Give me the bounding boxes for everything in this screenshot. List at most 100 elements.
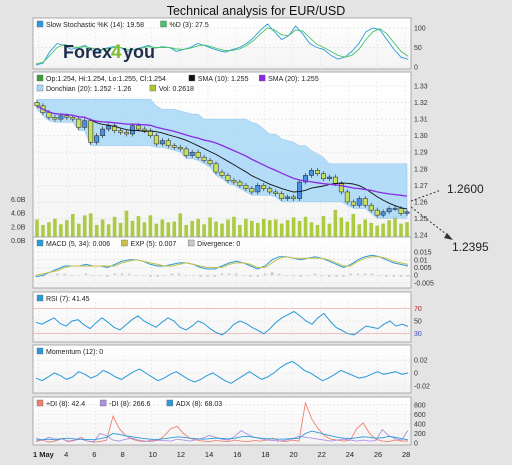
volume-bar — [178, 213, 183, 240]
momentum-ytick: 0.02 — [414, 358, 428, 365]
price-ytick: 1.24 — [414, 233, 428, 240]
candle — [374, 209, 380, 216]
macd-divergence-bar — [299, 275, 302, 277]
candle — [255, 185, 261, 193]
candle — [368, 204, 374, 211]
macd-divergence-bar — [163, 275, 166, 276]
candle — [291, 196, 297, 199]
macd-divergence-bar — [213, 275, 217, 277]
macd-ytick: -0.005 — [414, 280, 434, 287]
stochastic-legend-swatch — [160, 20, 167, 28]
x-axis-label: 20 — [289, 450, 297, 459]
macd-divergence-bar — [278, 273, 281, 276]
macd-divergence-bar — [127, 273, 131, 276]
candle — [344, 191, 350, 203]
candle — [249, 188, 255, 193]
macd-divergence-bar — [84, 273, 88, 276]
macd-divergence-bar — [349, 273, 352, 276]
stochastic-ytick: 0 — [414, 65, 418, 72]
candle — [267, 188, 273, 193]
projection-arrowhead — [444, 233, 453, 240]
macd-divergence-bar — [106, 275, 109, 277]
macd-divergence-bar — [406, 275, 410, 277]
macd-divergence-bar — [177, 273, 181, 276]
candle — [177, 147, 183, 150]
candle — [273, 191, 279, 194]
macd-legend-label: Divergence: 0 — [197, 241, 240, 248]
macd-divergence-bar — [263, 273, 267, 276]
macd-divergence-bar — [120, 273, 124, 276]
candle — [398, 208, 404, 214]
candle — [279, 193, 285, 199]
macd-divergence-bar — [156, 275, 159, 277]
volume-bar — [136, 216, 141, 240]
dmi-legend-label: ADX (8): 68.03 — [176, 401, 222, 408]
candle — [106, 125, 112, 130]
candle — [76, 118, 82, 128]
volume-tick: 0.0B — [11, 238, 26, 245]
momentum-ytick: 0 — [414, 371, 418, 378]
macd-divergence-bar — [49, 275, 52, 276]
dmi-legend-swatch — [166, 399, 174, 407]
dmi-legend-label: +DI (8): 42.4 — [46, 401, 85, 408]
candle — [285, 196, 291, 199]
volume-bar — [82, 215, 87, 240]
macd-divergence-bar — [92, 275, 95, 276]
logo-text-4: 4 — [111, 42, 122, 63]
candle — [386, 208, 392, 213]
macd-ytick: 0.015 — [414, 250, 432, 257]
price-ytick: 1.25 — [414, 216, 428, 223]
macd-divergence-bar — [399, 275, 403, 277]
price-legend-swatch — [36, 74, 44, 82]
momentum-legend-label: Momentum (12): 0 — [46, 349, 103, 356]
candle — [124, 132, 129, 135]
macd-divergence-bar — [256, 275, 259, 277]
macd-divergence-bar — [70, 275, 73, 276]
macd-ytick: 0 — [414, 273, 418, 280]
macd-divergence-bar — [356, 273, 360, 276]
candle — [219, 171, 225, 176]
dmi-ytick: 400 — [414, 421, 426, 428]
macd-divergence-bar — [220, 273, 224, 276]
price-ytick: 1.28 — [414, 166, 428, 173]
chart-canvas: 050100Slow Stochastic %K (14): 19.58 %D (… — [11, 17, 453, 459]
macd-divergence-bar — [149, 275, 152, 277]
macd-legend-swatch — [36, 239, 44, 247]
x-axis-label: 12 — [177, 450, 185, 459]
macd-divergence-bar — [113, 273, 116, 276]
stochastic-legend-label: Slow Stochastic %K (14): 19.58 — [46, 22, 144, 29]
dmi-ytick: 0 — [414, 441, 418, 448]
macd-divergence-bar — [99, 275, 102, 276]
macd-divergence-bar — [227, 273, 231, 276]
macd-divergence-bar — [142, 275, 145, 276]
dmi-ytick: 200 — [414, 431, 426, 438]
volume-tick: 6.0B — [11, 197, 26, 204]
macd-divergence-bar — [206, 275, 209, 277]
rsi-legend-swatch — [36, 294, 44, 302]
macd-divergence-bar — [320, 275, 324, 276]
macd-divergence-bar — [292, 275, 295, 276]
macd-divergence-bar — [392, 275, 395, 277]
candle — [231, 180, 237, 183]
macd-divergence-bar — [378, 275, 381, 276]
price-ytick: 1.30 — [414, 133, 428, 140]
price-ytick: 1.33 — [414, 84, 428, 91]
candle — [88, 120, 94, 143]
price-ytick: 1.27 — [414, 183, 428, 190]
candle — [315, 170, 320, 174]
forex4you-logo: Forex4 you — [63, 42, 155, 63]
macd-divergence-bar — [242, 275, 245, 276]
candle — [46, 112, 52, 118]
candle — [171, 145, 177, 148]
price-ytick: 1.29 — [414, 150, 428, 157]
annotation-upper: 1.2600 — [447, 182, 484, 196]
candle — [243, 185, 249, 189]
price-legend-swatch — [258, 74, 266, 82]
macd-divergence-bar — [285, 275, 288, 276]
macd-divergence-bar — [185, 275, 188, 276]
macd-divergence-bar — [63, 273, 66, 276]
candle — [94, 135, 100, 143]
candle — [64, 115, 70, 118]
x-axis-label: 14 — [205, 450, 213, 459]
macd-ytick: 0.01 — [414, 257, 428, 264]
